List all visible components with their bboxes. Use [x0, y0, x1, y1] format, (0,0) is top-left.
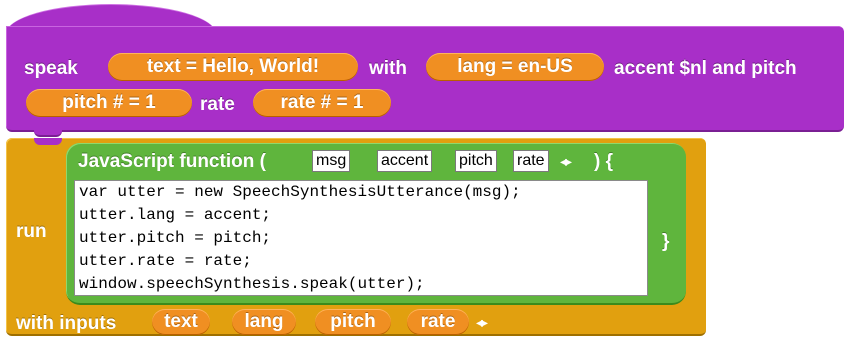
- param-pitch[interactable]: pitch: [455, 150, 497, 172]
- param-accent[interactable]: accent: [377, 150, 433, 172]
- javascript-code-editor[interactable]: var utter = new SpeechSynthesisUtterance…: [74, 180, 648, 296]
- with-inputs-label: with inputs: [16, 313, 117, 334]
- accent-and-pitch-label: accent $nl and pitch: [614, 58, 797, 79]
- code-line: utter.lang = accent;: [79, 206, 272, 224]
- input-pitch-slot[interactable]: pitch: [315, 309, 391, 335]
- paren-brace-open: ) {: [594, 151, 613, 172]
- rate-label: rate: [200, 94, 235, 115]
- add-remove-params-arrows-icon[interactable]: ◂▸: [560, 153, 572, 170]
- run-label: run: [16, 221, 47, 242]
- add-remove-inputs-arrows-icon[interactable]: ◂▸: [476, 314, 488, 331]
- code-line: utter.rate = rate;: [79, 252, 252, 270]
- code-line: utter.pitch = pitch;: [79, 229, 272, 247]
- command-top-notch: [34, 138, 62, 145]
- javascript-function-title: JavaScript function (: [78, 151, 266, 172]
- text-input-slot[interactable]: text = Hello, World!: [108, 53, 358, 81]
- hat-bottom-notch: [34, 128, 62, 137]
- code-line: var utter = new SpeechSynthesisUtterance…: [79, 183, 521, 201]
- with-label: with: [369, 58, 407, 79]
- closing-brace: }: [662, 231, 670, 252]
- input-text-slot[interactable]: text: [152, 309, 210, 335]
- lang-input-slot[interactable]: lang = en-US: [426, 53, 604, 81]
- rate-input-slot[interactable]: rate # = 1: [253, 89, 391, 117]
- param-rate[interactable]: rate: [513, 150, 549, 172]
- param-msg[interactable]: msg: [312, 150, 351, 172]
- input-rate-slot[interactable]: rate: [407, 309, 469, 335]
- code-line: window.speechSynthesis.speak(utter);: [79, 275, 425, 293]
- speak-label: speak: [24, 58, 78, 79]
- pitch-input-slot[interactable]: pitch # = 1: [26, 89, 192, 117]
- input-lang-slot[interactable]: lang: [232, 309, 296, 335]
